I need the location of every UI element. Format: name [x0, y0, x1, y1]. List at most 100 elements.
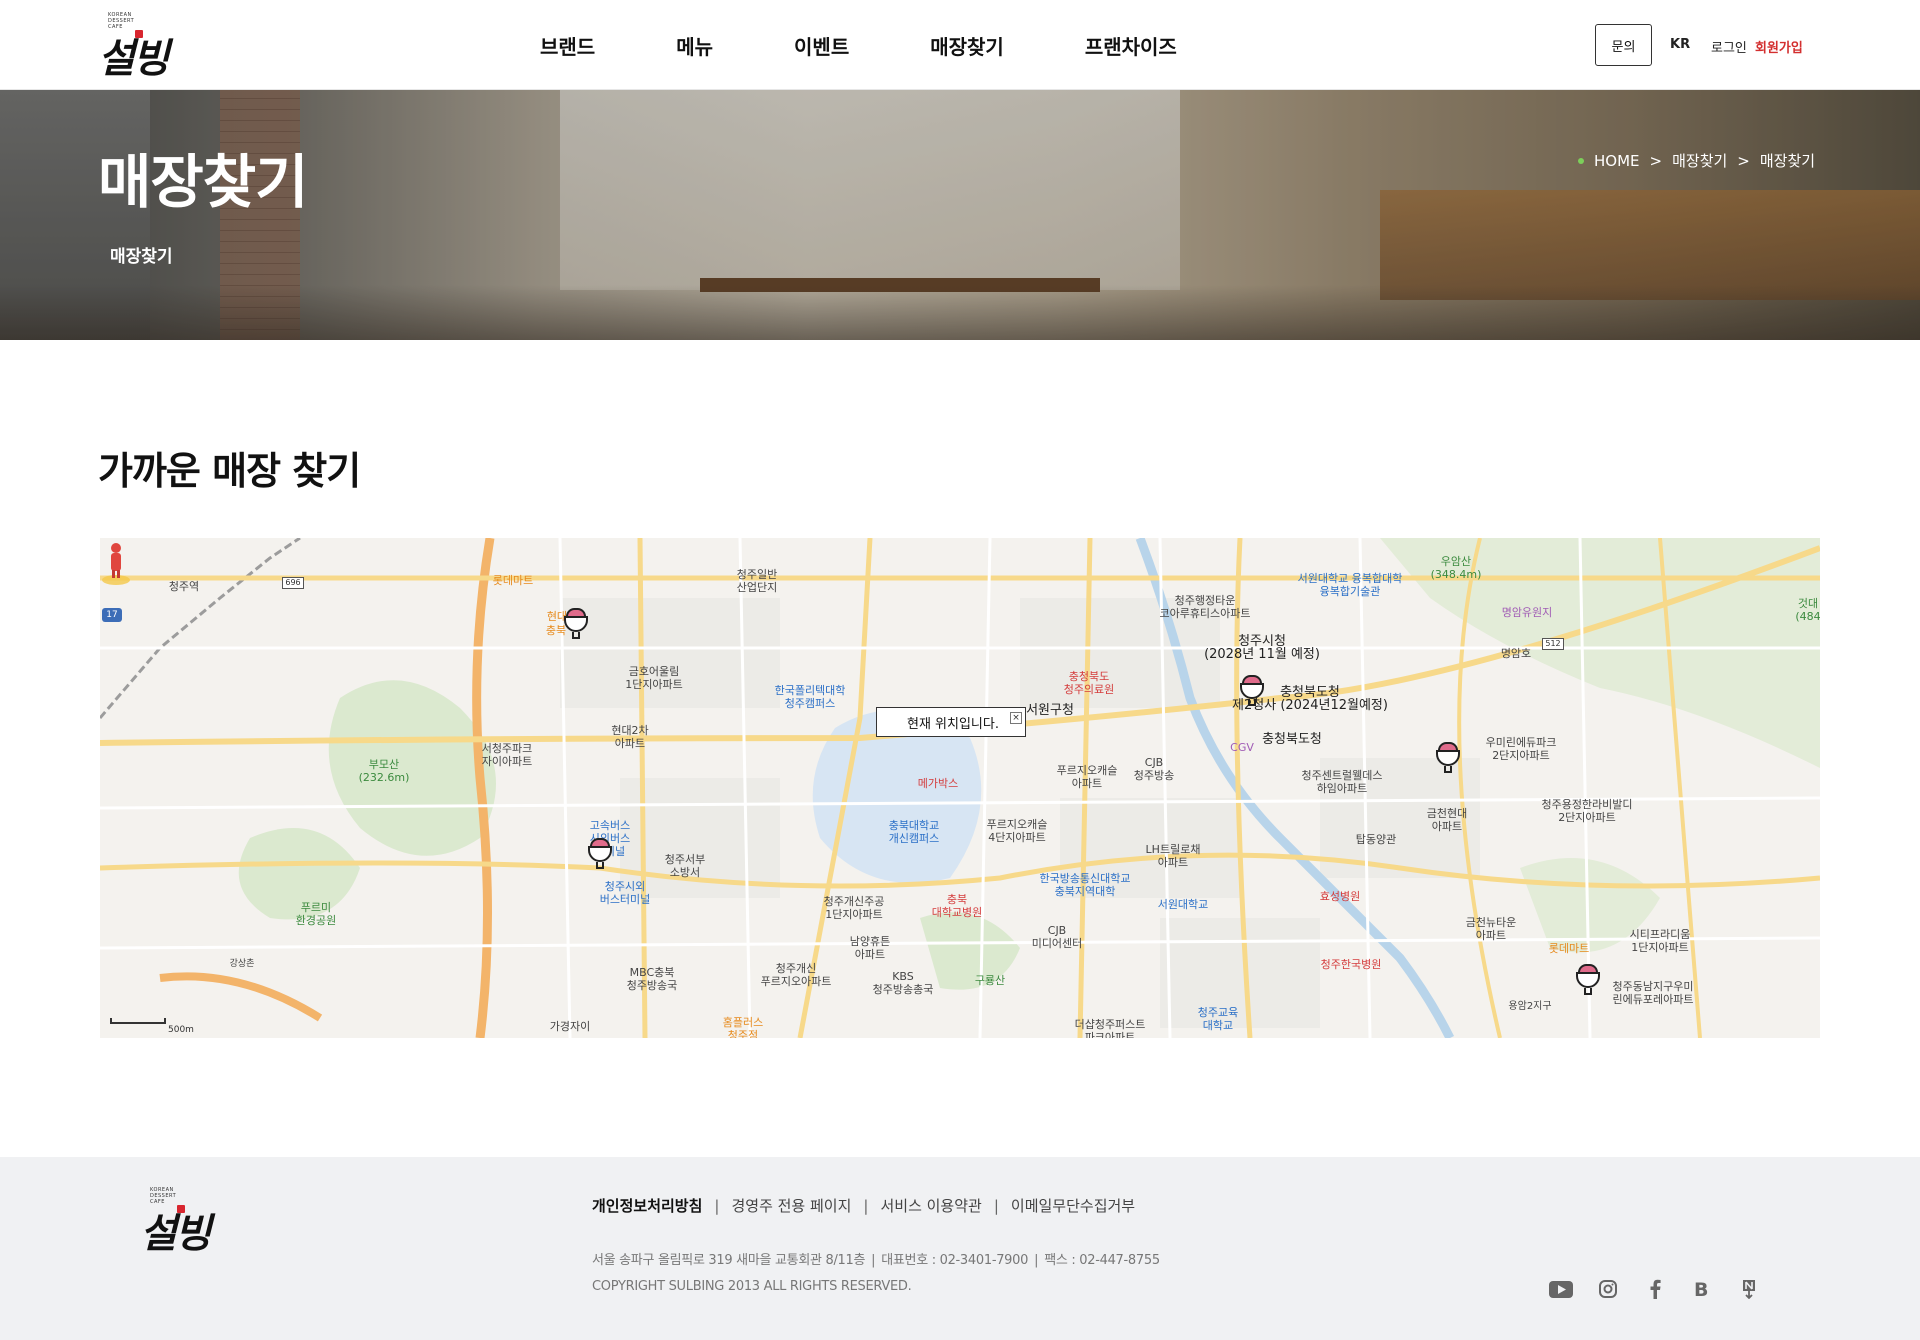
- company-phone: 대표번호 : 02-3401-7900: [881, 1253, 1029, 1268]
- map-label: 청주행정타운 코아루휴티스아파트: [1159, 594, 1251, 620]
- map-label: 청주용정한라비발디 2단지아파트: [1541, 798, 1633, 824]
- map-label: CJB 청주방송: [1133, 756, 1175, 782]
- section-title: 가까운 매장 찾기: [98, 449, 361, 493]
- nav-item-franchise[interactable]: 프랜차이즈: [1085, 31, 1177, 60]
- map-label: 청주시청 (2028년 11월 예정): [1204, 634, 1320, 662]
- map-label: 청주교육 대학교: [1197, 1006, 1239, 1032]
- map-label: 충청북도 청주의료원: [1063, 670, 1115, 696]
- map-label: 청주서부 소방서: [664, 853, 706, 879]
- map-label: 푸르미 환경공원: [295, 901, 337, 927]
- company-address: 서울 송파구 올림픽로 319 새마을 교통회관 8/11층: [592, 1253, 866, 1268]
- infowindow-text: 현재 위치입니다.: [907, 716, 999, 732]
- login-link[interactable]: 로그인: [1711, 37, 1747, 56]
- naver-post-icon[interactable]: [1736, 1278, 1762, 1300]
- email-refusal-link[interactable]: 이메일무단수집거부: [1011, 1195, 1135, 1216]
- youtube-icon[interactable]: [1548, 1278, 1574, 1300]
- store-marker[interactable]: [1433, 740, 1463, 776]
- map-label: 푸르지오캐슬 아파트: [1056, 764, 1118, 790]
- map-label: 용암2지구: [1508, 1001, 1552, 1012]
- map-label: 남양휴튼 아파트: [849, 935, 891, 961]
- owner-page-link[interactable]: 경영주 전용 페이지: [731, 1195, 851, 1216]
- map-label: 탑동양관: [1355, 833, 1397, 846]
- map-label: 부모산 (232.6m): [358, 758, 410, 784]
- map-label: 메가박스: [917, 777, 959, 790]
- company-info: 서울 송파구 올림픽로 319 새마을 교통회관 8/11층 | 대표번호 : 02…: [592, 1253, 1160, 1268]
- map-label: 금천현대 아파트: [1426, 807, 1468, 833]
- store-map[interactable]: 17 696 512 청주역 롯데마트 현대백 충북 청주일반 산업단지 금호어…: [100, 538, 1820, 1038]
- instagram-icon[interactable]: [1595, 1278, 1621, 1300]
- map-label: 청주센트럴웰데스 하임아파트: [1301, 769, 1383, 795]
- map-label: 것대 (484: [1795, 597, 1820, 623]
- map-label: 롯데마트: [1548, 942, 1590, 955]
- map-scale: 500m: [110, 1018, 194, 1035]
- map-label: 청주일반 산업단지: [736, 568, 778, 594]
- map-label: 충북 대학교병원: [931, 893, 983, 919]
- current-location-pin-icon: [102, 543, 130, 585]
- nav-item-store-finder[interactable]: 매장찾기: [930, 31, 1004, 60]
- breadcrumb-item[interactable]: 매장찾기: [1672, 150, 1727, 171]
- site-footer: KOREAN DESSERT CAFE 설빙 개인정보처리방침 | 경영주 전용 페…: [0, 1157, 1920, 1340]
- map-label: CJB 미디어센터: [1031, 924, 1083, 950]
- store-marker[interactable]: [1237, 673, 1267, 709]
- map-label: 금호어울림 1단지아파트: [625, 665, 683, 691]
- breadcrumb-home[interactable]: HOME: [1594, 152, 1640, 170]
- page-title: 매장찾기: [98, 148, 308, 216]
- map-label: LH트릴로채 아파트: [1145, 843, 1201, 869]
- footer-logo-seal-icon: [177, 1205, 185, 1213]
- map-label: 청주시외 버스터미널: [599, 880, 651, 906]
- sulbing-logo[interactable]: KOREAN DESSERT CAFE 설빙: [98, 12, 182, 82]
- map-label: 명암호: [1500, 647, 1532, 660]
- map-label: 롯데마트: [492, 574, 534, 587]
- language-selector[interactable]: KR: [1670, 37, 1690, 52]
- logo-text: 설빙: [98, 35, 170, 82]
- footer-separator: |: [993, 1196, 999, 1215]
- page-subtitle-tab[interactable]: 매장찾기: [110, 242, 173, 267]
- map-label: 우암산 (348.4m): [1430, 555, 1482, 581]
- road-badge: 696: [282, 577, 304, 589]
- road-badge: 512: [1542, 638, 1564, 650]
- privacy-policy-link[interactable]: 개인정보처리방침: [592, 1195, 702, 1216]
- map-label: 가경자이: [549, 1020, 591, 1033]
- breadcrumb-separator: >: [1649, 151, 1663, 170]
- map-label: 푸르지오캐슬 4단지아파트: [986, 818, 1048, 844]
- site-header: KOREAN DESSERT CAFE 설빙 브랜드 메뉴 이벤트 매장찾기 프랜차…: [0, 0, 1920, 90]
- footer-logo[interactable]: KOREAN DESSERT CAFE 설빙: [140, 1187, 224, 1257]
- current-location-infowindow: 현재 위치입니다. ×: [876, 707, 1026, 737]
- map-label: 충청북도청: [1262, 732, 1322, 747]
- hero-banner: 매장찾기 매장찾기 HOME > 매장찾기 > 매장찾기: [0, 90, 1920, 340]
- map-label: 홈플러스 청주점: [722, 1016, 764, 1038]
- svg-text:B: B: [1694, 1280, 1708, 1298]
- map-label: 현대2차 아파트: [611, 724, 649, 750]
- main-nav: 브랜드 메뉴 이벤트 매장찾기 프랜차이즈: [540, 0, 1177, 90]
- footer-separator: |: [714, 1196, 720, 1215]
- nav-item-brand[interactable]: 브랜드: [540, 31, 595, 60]
- store-marker[interactable]: [585, 836, 615, 872]
- road-badge: 17: [102, 608, 122, 622]
- facebook-icon[interactable]: [1642, 1278, 1668, 1300]
- map-label: 충북대학교 개신캠퍼스: [888, 819, 940, 845]
- terms-link[interactable]: 서비스 이용약관: [880, 1195, 981, 1216]
- map-label: 청주동남지구우미 린에듀포레아파트: [1612, 980, 1694, 1006]
- blog-icon[interactable]: B: [1689, 1278, 1715, 1300]
- store-marker[interactable]: [1573, 962, 1603, 998]
- breadcrumb-dot-icon: [1578, 157, 1584, 164]
- nav-item-event[interactable]: 이벤트: [794, 31, 849, 60]
- map-label: 청주한국병원: [1320, 958, 1382, 971]
- footer-links: 개인정보처리방침 | 경영주 전용 페이지 | 서비스 이용약관 | 이메일무단…: [592, 1195, 1135, 1216]
- nav-item-menu[interactable]: 메뉴: [676, 31, 713, 60]
- inquiry-button[interactable]: 문의: [1595, 24, 1652, 66]
- map-label: 청주개신 푸르지오아파트: [760, 962, 832, 988]
- map-label: 한국방송통신대학교 충북지역대학: [1039, 872, 1131, 898]
- map-base-layer: [100, 538, 1820, 1038]
- map-label: 청주개신주공 1단지아파트: [823, 895, 885, 921]
- map-label: 구룡산: [974, 974, 1006, 987]
- join-link[interactable]: 회원가입: [1755, 37, 1803, 56]
- scale-bar: [110, 1018, 166, 1024]
- breadcrumb-separator: >: [1737, 151, 1750, 170]
- store-marker[interactable]: [561, 606, 591, 642]
- map-label: 강상촌: [229, 959, 255, 969]
- map-label: 우미린에듀파크 2단지아파트: [1485, 736, 1557, 762]
- map-label: 효성병원: [1319, 890, 1361, 903]
- map-label: 한국폴리텍대학 청주캠퍼스: [774, 684, 846, 710]
- infowindow-close-icon[interactable]: ×: [1010, 712, 1022, 724]
